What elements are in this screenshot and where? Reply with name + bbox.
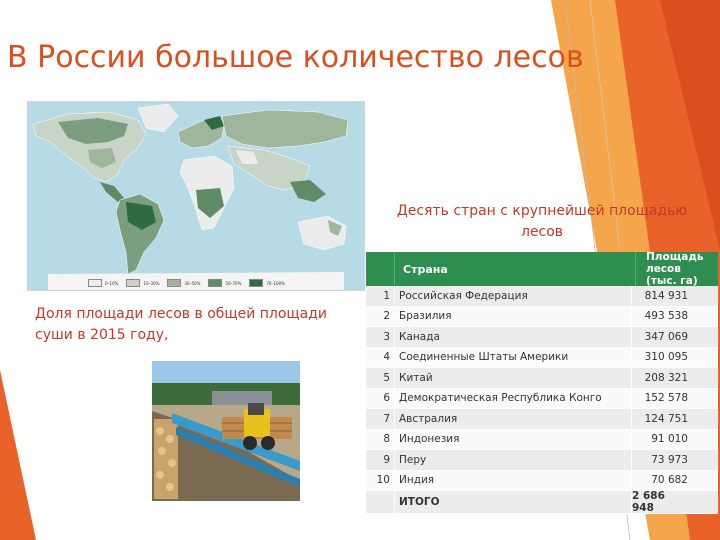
map-legend-item: 0–10%	[88, 279, 118, 287]
map-legend-item: 30–50%	[167, 279, 200, 287]
table-row: 1 Российская Федерация 814 931	[366, 286, 718, 307]
table-title: Десять стран с крупнейшей площадью лесов	[372, 201, 712, 243]
row-country: Канада	[395, 327, 632, 347]
row-area: 347 069	[644, 330, 688, 343]
row-area: 91 010	[651, 433, 688, 446]
row-number: 8	[366, 429, 395, 449]
legend-swatch	[208, 279, 223, 287]
table-row: 7 Австралия 124 751	[366, 409, 718, 430]
row-number: 6	[366, 388, 395, 408]
log-yard-illustration	[152, 361, 300, 501]
row-area: 152 578	[644, 392, 688, 405]
map-caption-line1: Доля площади лесов в общей площади	[35, 306, 327, 322]
row-country: Австралия	[395, 409, 632, 429]
row-area: 73 973	[651, 453, 688, 466]
table-row: 9 Перу 73 973	[366, 450, 718, 471]
row-area: 124 751	[644, 412, 688, 425]
row-country: Индия	[395, 470, 632, 490]
map-legend-item: 50–70%	[208, 279, 241, 287]
legend-swatch	[167, 279, 182, 287]
total-value: 2 686 948	[632, 490, 665, 514]
left-triangle-decoration	[0, 370, 36, 540]
log-yard-photo	[152, 361, 300, 501]
slide-title: В России большое количество лесов	[7, 40, 584, 75]
forest-area-table: Страна Площадь лесов (тыс. га) 1 Российс…	[366, 251, 718, 514]
row-number: 10	[366, 470, 395, 490]
row-area: 310 095	[644, 351, 688, 364]
map-caption: Доля площади лесов в общей площади суши …	[35, 304, 365, 346]
row-country: Бразилия	[395, 306, 632, 326]
table-row: 8 Индонезия 91 010	[366, 429, 718, 450]
row-number: 9	[366, 450, 395, 470]
table-row: 6 Демократическая Республика Конго 152 5…	[366, 388, 718, 409]
map-legend-item: 10–30%	[126, 279, 159, 287]
header-number-cell	[366, 252, 395, 286]
map-caption-line2: суши в 2015 году,	[35, 327, 169, 343]
row-country: Соединенные Штаты Америки	[395, 347, 632, 367]
header-area-line1: Площадь лесов	[646, 251, 704, 275]
table-row: 10 Индия 70 682	[366, 470, 718, 491]
world-map-graphic	[32, 103, 349, 290]
row-country: Индонезия	[395, 429, 632, 449]
total-label: ИТОГО	[395, 491, 632, 513]
map-legend-item: 70–100%	[249, 279, 285, 287]
map-legend: 0–10% 10–30% 30–50% 50–70% 70–100%	[88, 279, 285, 287]
row-number: 1	[366, 286, 395, 306]
header-country: Страна	[395, 252, 636, 286]
legend-swatch	[88, 279, 102, 287]
row-area: 493 538	[644, 310, 688, 323]
row-number: 7	[366, 409, 395, 429]
row-number: 2	[366, 306, 395, 326]
table-title-line1: Десять стран с крупнейшей площадью	[396, 203, 688, 219]
table-header: Страна Площадь лесов (тыс. га)	[366, 251, 718, 287]
legend-label: 50–70%	[225, 280, 242, 286]
world-forest-map: 0–10% 10–30% 30–50% 50–70% 70–100%	[27, 101, 365, 291]
legend-label: 70–100%	[266, 280, 285, 286]
row-country: Китай	[395, 368, 632, 388]
row-country: Российская Федерация	[395, 286, 632, 306]
legend-label: 30–50%	[184, 280, 201, 286]
row-area: 814 931	[644, 289, 688, 302]
total-number-cell	[366, 491, 395, 513]
legend-label: 0–10%	[105, 280, 119, 286]
legend-swatch	[126, 279, 141, 287]
table-total-row: ИТОГО 2 686 948	[366, 490, 718, 514]
row-country: Демократическая Республика Конго	[395, 388, 632, 408]
row-area: 208 321	[644, 371, 688, 384]
row-number: 4	[366, 347, 395, 367]
row-number: 5	[366, 368, 395, 388]
legend-swatch	[249, 279, 264, 287]
row-area: 70 682	[651, 474, 688, 487]
table-row: 2 Бразилия 493 538	[366, 306, 718, 327]
table-row: 4 Соединенные Штаты Америки 310 095	[366, 347, 718, 368]
row-country: Перу	[395, 450, 632, 470]
table-title-line2: лесов	[520, 224, 564, 240]
table-row: 3 Канада 347 069	[366, 327, 718, 348]
row-number: 3	[366, 327, 395, 347]
header-area: Площадь лесов (тыс. га)	[636, 251, 718, 287]
legend-label: 10–30%	[143, 280, 160, 286]
table-row: 5 Китай 208 321	[366, 368, 718, 389]
